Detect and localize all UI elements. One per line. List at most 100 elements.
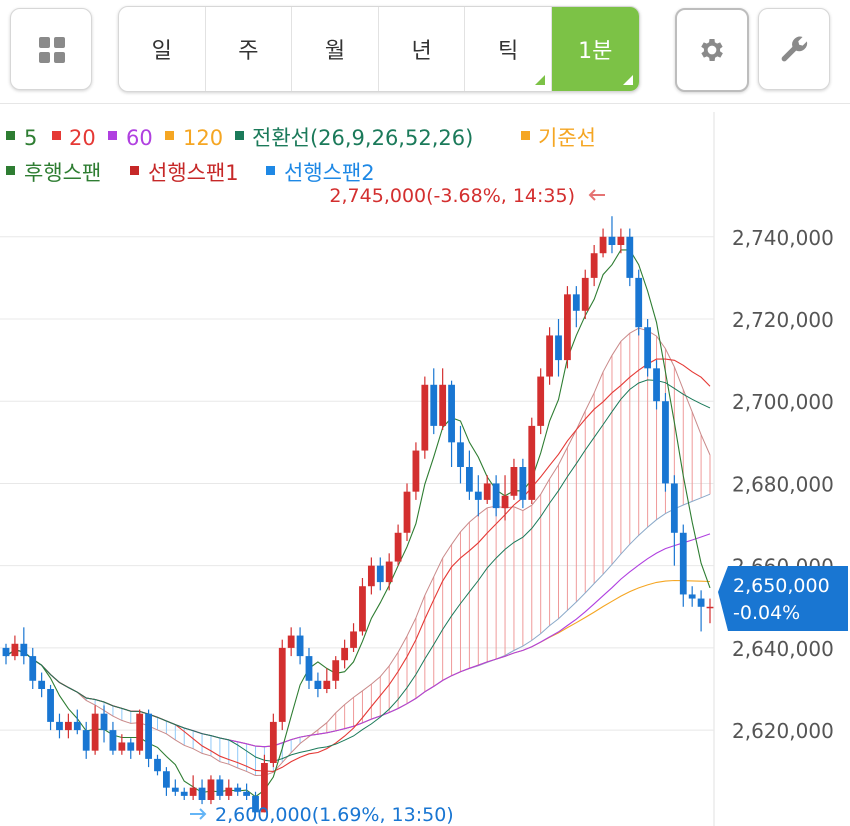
candle <box>537 376 545 426</box>
candle <box>394 532 402 562</box>
candle <box>154 758 161 772</box>
candle <box>572 294 580 311</box>
candle <box>635 277 643 328</box>
candle <box>100 713 108 731</box>
candle <box>465 467 473 492</box>
leading-span2-line <box>5 493 711 748</box>
candle <box>127 742 135 751</box>
candle <box>29 656 37 681</box>
candle <box>20 643 28 657</box>
legend-leading-span1: 선행스팬1 <box>148 161 239 185</box>
candle <box>64 721 72 731</box>
candle <box>581 277 589 311</box>
candle <box>492 483 500 509</box>
candle <box>47 689 54 722</box>
high-arrow-icon <box>588 189 605 201</box>
candle <box>448 384 455 443</box>
candle <box>439 384 447 426</box>
candle <box>367 565 375 587</box>
candle <box>653 368 660 402</box>
ma120-line <box>5 579 711 748</box>
candle <box>91 713 99 751</box>
y-tick-label: 2,740,000 <box>732 226 834 250</box>
current-change: -0.04% <box>733 602 800 624</box>
legend-ma120: 120 <box>183 126 223 150</box>
legend-lagging-span: 후행스팬 <box>24 161 101 185</box>
candle <box>510 467 518 496</box>
candle <box>608 236 616 245</box>
candle <box>697 598 705 607</box>
candle <box>688 594 696 599</box>
candle <box>483 483 491 500</box>
candle <box>350 631 357 648</box>
candle <box>189 787 197 796</box>
candle <box>644 327 652 369</box>
conversion-line <box>5 379 711 762</box>
legend-ma60: 60 <box>126 126 153 150</box>
candle <box>314 680 322 689</box>
y-tick-label: 2,700,000 <box>732 390 834 414</box>
candle <box>82 730 90 751</box>
price-chart[interactable]: 2,740,0002,720,0002,700,0002,680,0002,66… <box>0 0 850 826</box>
low-price-label: 2,600,000(1.69%, 13:50) <box>215 804 454 826</box>
indicator-lines <box>5 249 711 798</box>
high-price-label: 2,745,000(-3.68%, 14:35) <box>329 185 575 207</box>
legend-ma20: 20 <box>69 126 96 150</box>
candle <box>341 647 349 661</box>
y-tick-label: 2,620,000 <box>732 719 834 743</box>
candle <box>555 335 562 361</box>
candle <box>617 236 625 245</box>
candle <box>706 606 714 609</box>
candle <box>670 483 678 533</box>
candle <box>430 384 438 426</box>
candle <box>528 425 536 500</box>
candle <box>474 491 482 500</box>
current-price-tag[interactable]: 2,650,000 -0.04% <box>718 566 848 631</box>
y-tick-label: 2,720,000 <box>732 308 834 332</box>
legend-ma5: 5 <box>24 126 37 150</box>
candle <box>278 647 286 722</box>
candle <box>216 779 224 796</box>
low-arrow-icon <box>190 808 207 820</box>
candle <box>296 635 304 657</box>
legend-base-line: 기준선 <box>538 126 596 150</box>
candle <box>198 787 206 800</box>
candle <box>38 680 46 689</box>
candle <box>679 532 687 595</box>
candle <box>305 656 313 681</box>
candle <box>546 335 553 377</box>
candle <box>180 791 188 796</box>
candle <box>136 713 144 751</box>
candle <box>626 236 634 278</box>
ichimoku-cloud <box>85 328 711 776</box>
y-tick-label: 2,640,000 <box>732 637 834 661</box>
candle <box>207 779 215 800</box>
candle <box>145 713 152 759</box>
candle <box>171 787 179 792</box>
candle <box>109 730 117 751</box>
candle <box>225 787 233 796</box>
legend-leading-span2: 선행스팬2 <box>284 161 375 185</box>
price-axis: 2,740,0002,720,0002,700,0002,680,0002,66… <box>732 226 834 743</box>
y-tick-label: 2,680,000 <box>732 472 834 496</box>
candle <box>599 236 607 254</box>
candle <box>457 442 464 467</box>
candle <box>662 401 669 484</box>
candle <box>243 791 251 796</box>
candle <box>73 721 81 731</box>
legend-conversion-line: 전환선(26,9,26,52,26) <box>252 126 473 150</box>
legend: 5 20 60 120 전환선(26,9,26,52,26) 기준선 후행스팬 … <box>6 126 596 185</box>
leading-span1-line <box>5 327 711 777</box>
candle <box>519 467 527 500</box>
candle <box>332 660 340 681</box>
candle <box>412 450 420 492</box>
candle <box>501 495 509 509</box>
candle <box>385 561 393 583</box>
candle <box>163 771 170 788</box>
candle <box>403 491 411 533</box>
candle <box>287 635 295 648</box>
candle <box>323 680 331 689</box>
candle <box>11 643 19 657</box>
candle <box>269 721 277 763</box>
candle <box>56 721 63 731</box>
